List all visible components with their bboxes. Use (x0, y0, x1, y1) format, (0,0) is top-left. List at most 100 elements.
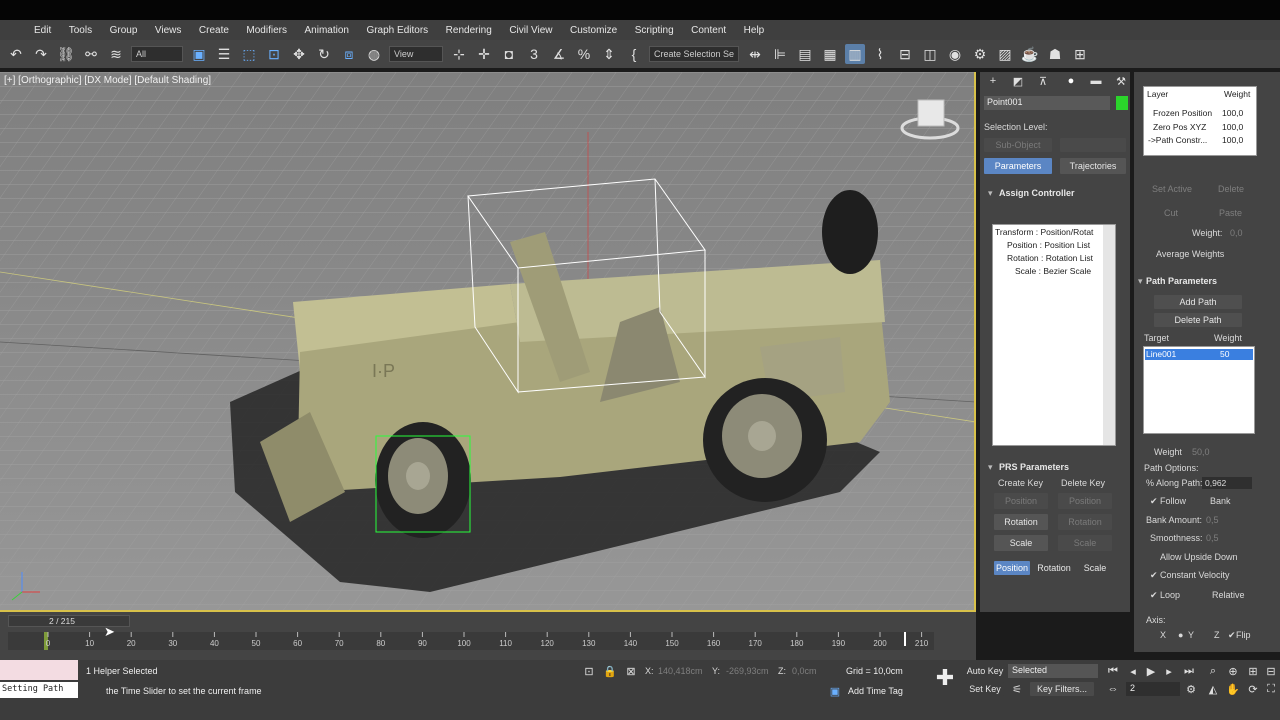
along-path-spinner[interactable]: 0,962 (1202, 477, 1252, 489)
pivot-icon[interactable]: ⊹ (449, 44, 469, 64)
add-path-button[interactable]: Add Path (1154, 295, 1242, 309)
path-parameters-title[interactable]: Path Parameters (1146, 276, 1217, 286)
layer-explorer-icon[interactable]: ▦ (820, 44, 840, 64)
prs-position-tab[interactable]: Position (994, 561, 1030, 575)
axis-x-radio[interactable]: X (1160, 630, 1166, 640)
curve-editor-icon[interactable]: ⌇ (870, 44, 890, 64)
angle-snap-icon[interactable]: ∡ (549, 44, 569, 64)
viewport-label[interactable]: [+] [Orthographic] [DX Mode] [Default Sh… (4, 75, 211, 86)
layer-row-name[interactable]: Frozen Position (1153, 108, 1212, 118)
trajectories-tab[interactable]: Trajectories (1060, 158, 1126, 174)
menu-modifiers[interactable]: Modifiers (246, 25, 287, 36)
menu-group[interactable]: Group (110, 25, 138, 36)
named-selection-set-dropdown[interactable]: Create Selection Se (649, 46, 739, 62)
scale-icon[interactable]: ⧈ (339, 44, 359, 64)
rendered-frame-icon[interactable]: ▨ (995, 44, 1015, 64)
menu-customize[interactable]: Customize (570, 25, 617, 36)
tree-scrollbar[interactable] (1103, 225, 1115, 445)
zoom-extents-icon[interactable]: ⊞ (1246, 664, 1260, 678)
render-iterative-icon[interactable]: ☗ (1045, 44, 1065, 64)
x-coord-field[interactable]: 140,418cm (658, 666, 703, 676)
delete-key-rotation-button[interactable]: Rotation (1058, 514, 1112, 530)
edit-named-sets-icon[interactable]: { (624, 44, 644, 64)
target-list[interactable]: Line001 50 (1143, 346, 1255, 434)
menu-help[interactable]: Help (744, 25, 765, 36)
tree-item-scale[interactable]: Scale : Bezier Scale (1015, 266, 1091, 276)
object-name-field[interactable]: Point001 (984, 96, 1110, 110)
scene-explorer-icon[interactable]: ▤ (795, 44, 815, 64)
modify-tab-icon[interactable]: ◩ (1011, 74, 1025, 88)
rotate-icon[interactable]: ↻ (314, 44, 334, 64)
isolate-selection-icon[interactable]: ⊡ (582, 664, 596, 678)
key-filters-button[interactable]: Key Filters... (1030, 682, 1094, 696)
render-icon[interactable]: ☕ (1020, 44, 1040, 64)
zoom-all-icon[interactable]: ⊕ (1226, 664, 1240, 678)
link-icon[interactable]: ⛓ (56, 44, 76, 64)
front-wheel[interactable] (375, 422, 471, 538)
tree-item-transform[interactable]: Transform : Position/Rotat (995, 227, 1093, 237)
menu-create[interactable]: Create (199, 25, 229, 36)
utilities-tab-icon[interactable]: ⚒ (1114, 74, 1128, 88)
reference-coordinate-dropdown[interactable]: View (389, 46, 443, 62)
menu-animation[interactable]: Animation (304, 25, 348, 36)
mirror-icon[interactable]: ⇹ (745, 44, 765, 64)
window-crossing-icon[interactable]: ⊡ (264, 44, 284, 64)
create-tab-icon[interactable]: + (986, 74, 1000, 88)
go-to-end-icon[interactable]: ⏭ (1182, 664, 1196, 678)
placement-icon[interactable]: ◍ (364, 44, 384, 64)
set-key-button[interactable]: Set Key (966, 682, 1004, 696)
zoom-icon[interactable]: ⌕ (1206, 664, 1220, 678)
rear-wheel[interactable] (703, 378, 827, 502)
align-icon[interactable]: ⊫ (770, 44, 790, 64)
create-key-scale-button[interactable]: Scale (994, 535, 1048, 551)
key-mode-dropdown[interactable]: Selected (1008, 664, 1098, 678)
target-weight-spinner[interactable]: 50,0 (1192, 447, 1210, 457)
delete-key-position-button[interactable]: Position (1058, 493, 1112, 509)
current-frame-field[interactable]: 2 (1126, 682, 1180, 696)
menu-rendering[interactable]: Rendering (446, 25, 492, 36)
prs-scale-tab[interactable]: Scale (1078, 561, 1112, 575)
selection-lock-icon[interactable]: 🔒 (603, 664, 617, 678)
parameters-tab[interactable]: Parameters (984, 158, 1052, 174)
flip-check-icon[interactable]: ✔ (1228, 630, 1236, 641)
auto-key-button[interactable]: Auto Key (966, 664, 1004, 678)
constant-velocity-checkbox[interactable]: Constant Velocity (1160, 570, 1230, 580)
time-tag-icon[interactable]: ▣ (828, 684, 842, 698)
maxscript-mini-listener[interactable]: Setting Path (0, 682, 78, 698)
prs-rotation-tab[interactable]: Rotation (1034, 561, 1074, 575)
add-time-tag-button[interactable]: Add Time Tag (848, 686, 903, 696)
absolute-mode-icon[interactable]: ⊠ (624, 664, 638, 678)
layer-row-name[interactable]: ->Path Constr... (1148, 135, 1207, 145)
select-manipulate-icon[interactable]: ✛ (474, 44, 494, 64)
region-select-icon[interactable]: ⬚ (239, 44, 259, 64)
bind-spacewarp-icon[interactable]: ≋ (106, 44, 126, 64)
axis-y-radio-dot-icon[interactable]: ● (1178, 630, 1183, 640)
display-tab-icon[interactable]: ▬ (1089, 74, 1103, 88)
average-weights-checkbox[interactable]: Average Weights (1156, 249, 1224, 259)
relative-checkbox[interactable]: Relative (1212, 590, 1245, 600)
axis-y-radio[interactable]: Y (1188, 630, 1194, 640)
menu-civil-view[interactable]: Civil View (509, 25, 552, 36)
smoothness-spinner[interactable]: 0,5 (1206, 533, 1219, 543)
maxscript-listener-pink[interactable] (0, 660, 78, 680)
spinner-snap-icon[interactable]: ⇕ (599, 44, 619, 64)
menu-scripting[interactable]: Scripting (635, 25, 674, 36)
dope-sheet-icon[interactable]: ⊟ (895, 44, 915, 64)
undo-icon[interactable]: ↶ (6, 44, 26, 64)
bank-checkbox[interactable]: Bank (1210, 496, 1231, 506)
layer-weight-spinner[interactable]: 0,0 (1230, 228, 1243, 238)
delete-layer-button[interactable]: Delete (1218, 184, 1244, 194)
hierarchy-tab-icon[interactable]: ⊼ (1036, 74, 1050, 88)
follow-checkbox-label[interactable]: Follow (1160, 496, 1186, 506)
bank-amount-spinner[interactable]: 0,5 (1206, 515, 1219, 525)
tree-item-rotation[interactable]: Rotation : Rotation List (1007, 253, 1093, 263)
motion-tab-icon[interactable]: ● (1064, 74, 1078, 88)
set-active-button[interactable]: Set Active (1152, 184, 1192, 194)
field-of-view-icon[interactable]: ◭ (1206, 682, 1220, 696)
menu-graph-editors[interactable]: Graph Editors (366, 25, 428, 36)
menu-tools[interactable]: Tools (69, 25, 92, 36)
layer-row-name[interactable]: Zero Pos XYZ (1153, 122, 1206, 132)
unlink-icon[interactable]: ⚯ (81, 44, 101, 64)
play-icon[interactable]: ▶ (1144, 664, 1158, 678)
sub-object-button[interactable]: Sub-Object (984, 138, 1052, 152)
